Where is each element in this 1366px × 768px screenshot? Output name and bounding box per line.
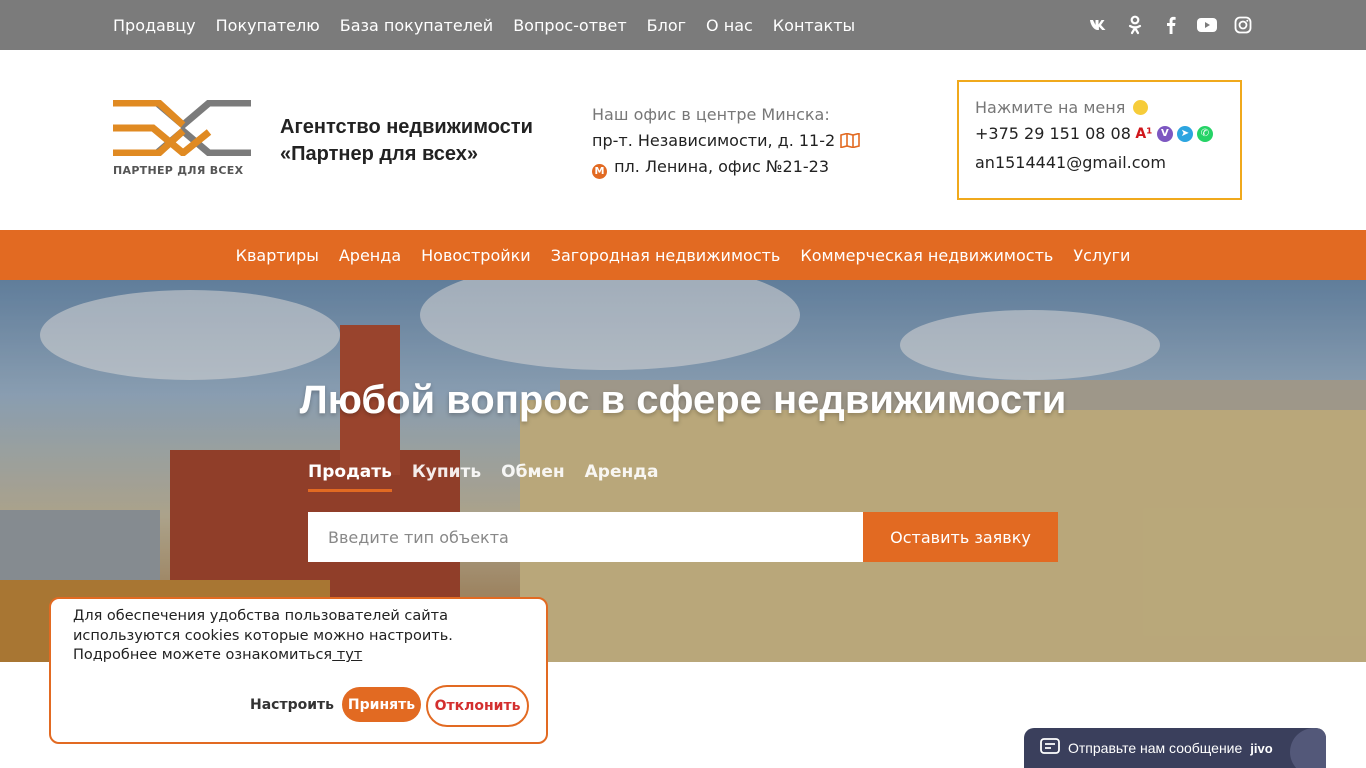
odnoklassniki-icon[interactable] [1124, 14, 1146, 36]
cookie-text: Для обеспечения удобства пользователей с… [73, 608, 453, 663]
main-nav-country[interactable]: Загородная недвижимость [551, 246, 781, 265]
social-links [1088, 0, 1254, 50]
whatsapp-icon[interactable]: ✆ [1196, 125, 1213, 142]
office-address: пр-т. Независимости, д. 11-2 [592, 131, 836, 150]
office-title: Наш офис в центре Минска: [592, 105, 830, 124]
top-nav-buyer[interactable]: Покупателю [216, 16, 320, 35]
main-nav: Квартиры Аренда Новостройки Загородная н… [0, 230, 1366, 280]
chat-label: Отправьте нам сообщение [1068, 740, 1243, 756]
instagram-icon[interactable] [1232, 14, 1254, 36]
hero-tabs: Продать Купить Обмен Аренда [308, 462, 658, 492]
main-nav-apartments[interactable]: Квартиры [236, 246, 319, 265]
agency-name-line1: Агентство недвижимости [280, 116, 533, 138]
cookie-accept-button[interactable]: Принять [342, 687, 421, 722]
object-type-input[interactable] [308, 512, 863, 562]
contact-hint-row: Нажмите на меня [975, 98, 1224, 117]
map-icon[interactable] [840, 131, 861, 150]
chat-message-icon [1040, 738, 1060, 758]
agency-name: Агентство недвижимости «Партнер для всех… [280, 114, 533, 168]
site-header: ПАРТНЕР ДЛЯ ВСЕХ Агентство недвижимости … [0, 50, 1366, 230]
metro-icon: M [592, 164, 607, 179]
top-nav-contacts[interactable]: Контакты [773, 16, 855, 35]
contact-hint: Нажмите на меня [975, 98, 1126, 117]
chat-brand: jivo [1250, 740, 1273, 756]
office-address-row: пр-т. Независимости, д. 11-2 [592, 128, 861, 154]
tab-rent[interactable]: Аренда [585, 462, 659, 492]
office-info: Наш офис в центре Минска: пр-т. Независи… [592, 102, 861, 180]
tab-exchange[interactable]: Обмен [501, 462, 565, 492]
tab-sell[interactable]: Продать [308, 462, 392, 492]
youtube-icon[interactable] [1196, 14, 1218, 36]
smile-icon [1133, 100, 1149, 115]
phone-row: +375 29 151 08 08 A¹ V ➤ ✆ [975, 124, 1224, 143]
main-nav-services[interactable]: Услуги [1073, 246, 1130, 265]
top-nav-about[interactable]: О нас [706, 16, 753, 35]
cookie-popup: Для обеспечения удобства пользователей с… [49, 597, 548, 744]
top-nav-blog[interactable]: Блог [647, 16, 686, 35]
cookie-text-row: Для обеспечения удобства пользователей с… [73, 607, 524, 666]
logo-text: ПАРТНЕР ДЛЯ ВСЕХ [113, 164, 244, 177]
viber-icon[interactable]: V [1156, 125, 1173, 142]
top-nav-seller[interactable]: Продавцу [113, 16, 196, 35]
main-nav-commercial[interactable]: Коммерческая недвижимость [800, 246, 1053, 265]
cookie-more-link[interactable]: тут [332, 647, 363, 663]
logo-mark-icon [113, 99, 251, 158]
top-nav-faq[interactable]: Вопрос-ответ [513, 16, 626, 35]
top-nav: Продавцу Покупателю База покупателей Воп… [113, 0, 855, 50]
agency-name-line2: «Партнер для всех» [280, 143, 478, 165]
office-metro: пл. Ленина, офис №21-23 [614, 157, 830, 176]
email-address[interactable]: an1514441@gmail.com [975, 153, 1224, 172]
chat-corner [1290, 728, 1326, 768]
chat-widget[interactable]: Отправьте нам сообщение jivo [1024, 728, 1326, 768]
telegram-icon[interactable]: ➤ [1176, 125, 1193, 142]
phone-number[interactable]: +375 29 151 08 08 [975, 124, 1131, 143]
main-nav-new-buildings[interactable]: Новостройки [421, 246, 531, 265]
submit-request-button[interactable]: Оставить заявку [863, 512, 1058, 562]
hero-title: Любой вопрос в сфере недвижимости [299, 378, 1067, 422]
a1-icon[interactable]: A¹ [1135, 126, 1153, 142]
cookie-decline-button[interactable]: Отклонить [426, 685, 529, 727]
tab-buy[interactable]: Купить [412, 462, 481, 492]
facebook-icon[interactable] [1160, 14, 1182, 36]
vk-icon[interactable] [1088, 14, 1110, 36]
contact-box[interactable]: Нажмите на меня +375 29 151 08 08 A¹ V ➤… [957, 80, 1242, 200]
top-nav-buyer-base[interactable]: База покупателей [340, 16, 493, 35]
main-nav-rent[interactable]: Аренда [339, 246, 401, 265]
office-metro-row: M пл. Ленина, офис №21-23 [592, 154, 860, 180]
cookie-configure-button[interactable]: Настроить [250, 697, 334, 713]
site-logo[interactable]: ПАРТНЕР ДЛЯ ВСЕХ [113, 99, 251, 182]
top-bar: Продавцу Покупателю База покупателей Воп… [0, 0, 1366, 50]
